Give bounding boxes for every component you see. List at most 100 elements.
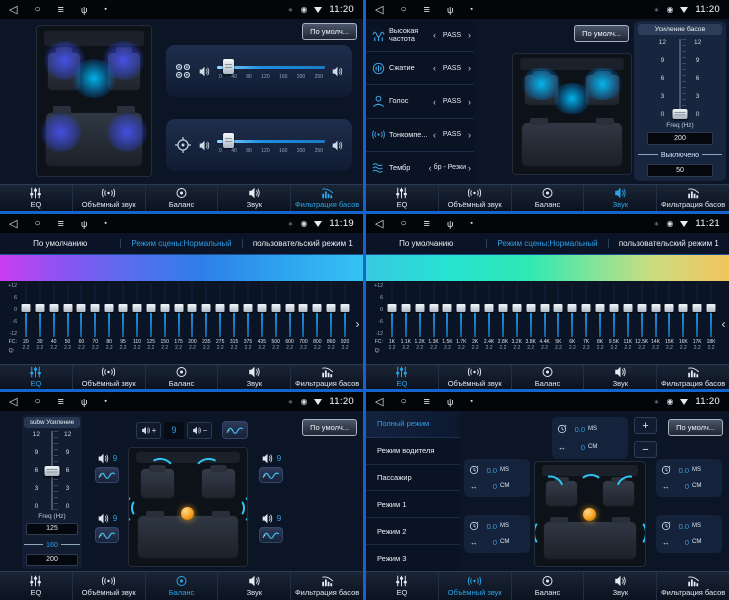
- slider-track[interactable]: [679, 39, 681, 118]
- prev-page-chevron[interactable]: ‹: [718, 283, 729, 364]
- eq-band-slider[interactable]: 2.8K 2.2: [496, 283, 510, 364]
- eq-band-slider[interactable]: 18K 2.2: [704, 283, 718, 364]
- tab-eq[interactable]: EQ: [366, 365, 438, 389]
- slider-knob[interactable]: [45, 466, 60, 476]
- tab-surround[interactable]: Объёмный звук: [72, 185, 145, 211]
- eq-band-slider[interactable]: 20 2.2: [19, 283, 33, 364]
- prev-option[interactable]: ‹: [433, 30, 436, 40]
- tab-sound[interactable]: Звук: [583, 185, 656, 211]
- eq-band-slider[interactable]: 2.4K 2.2: [482, 283, 496, 364]
- eq-band-slider[interactable]: 315 2.2: [227, 283, 241, 364]
- eq-band-slider[interactable]: 16K 2.2: [676, 283, 690, 364]
- tab-balance[interactable]: Баланс: [145, 365, 218, 389]
- prev-option[interactable]: ‹: [433, 97, 436, 107]
- band-track[interactable]: [627, 283, 629, 337]
- band-knob[interactable]: [119, 304, 128, 312]
- band-track[interactable]: [178, 283, 180, 337]
- eq-band-slider[interactable]: 4.4K 2.2: [538, 283, 552, 364]
- default-button[interactable]: По умолч...: [668, 419, 723, 436]
- eq-band-slider[interactable]: 375 2.2: [241, 283, 255, 364]
- band-track[interactable]: [474, 283, 476, 337]
- eq-band-slider[interactable]: 14K 2.2: [649, 283, 663, 364]
- band-track[interactable]: [53, 283, 55, 337]
- decrease-delay-button[interactable]: −: [634, 441, 657, 458]
- band-track[interactable]: [433, 283, 435, 337]
- back-icon[interactable]: ◁: [375, 395, 383, 408]
- home-icon[interactable]: ○: [400, 4, 406, 15]
- band-track[interactable]: [488, 283, 490, 337]
- band-track[interactable]: [164, 283, 166, 337]
- home-icon[interactable]: ○: [34, 218, 40, 229]
- band-knob[interactable]: [174, 304, 183, 312]
- mode-3[interactable]: Режим 3: [366, 545, 460, 571]
- recents-icon[interactable]: ≡: [424, 396, 430, 408]
- band-knob[interactable]: [188, 304, 197, 312]
- back-icon[interactable]: ◁: [375, 3, 383, 16]
- tab-sound[interactable]: Звук: [217, 572, 290, 600]
- recents-icon[interactable]: ≡: [424, 218, 430, 230]
- bass-boost-slider[interactable]: 129630 129630: [638, 35, 722, 120]
- tab-eq[interactable]: EQ: [366, 185, 438, 211]
- tab-bass-filter[interactable]: Фильтрация басов: [656, 572, 729, 600]
- band-knob[interactable]: [707, 304, 716, 312]
- tab-surround[interactable]: Объёмный звук: [72, 365, 145, 389]
- tab-surround[interactable]: Объёмный звук: [72, 572, 145, 600]
- preset-scene-mode[interactable]: Режим сцены:Нормальный: [486, 239, 607, 248]
- rear-right-wave-button[interactable]: [259, 527, 283, 543]
- tab-eq[interactable]: EQ: [0, 185, 72, 211]
- preset-default[interactable]: По умолчанию: [0, 239, 120, 248]
- band-knob[interactable]: [429, 304, 438, 312]
- band-track[interactable]: [668, 283, 670, 337]
- band-track[interactable]: [516, 283, 518, 337]
- tab-balance[interactable]: Баланс: [145, 185, 218, 211]
- eq-band-slider[interactable]: 1.7K 2.2: [454, 283, 468, 364]
- band-track[interactable]: [530, 283, 532, 337]
- eq-band-slider[interactable]: 2K 2.2: [468, 283, 482, 364]
- band-track[interactable]: [710, 283, 712, 337]
- eq-band-slider[interactable]: 50 2.2: [61, 283, 75, 364]
- front-left-wave-button[interactable]: [95, 467, 119, 483]
- band-track[interactable]: [275, 283, 277, 337]
- band-track[interactable]: [599, 283, 601, 337]
- tab-bass-filter[interactable]: Фильтрация басов: [656, 185, 729, 211]
- band-track[interactable]: [585, 283, 587, 337]
- menu-item-loudness[interactable]: Тонкомпе... ‹PASS›: [366, 119, 474, 152]
- band-knob[interactable]: [443, 304, 452, 312]
- band-track[interactable]: [419, 283, 421, 337]
- band-track[interactable]: [205, 283, 207, 337]
- band-knob[interactable]: [132, 304, 141, 312]
- eq-band-slider[interactable]: 80 2.2: [102, 283, 116, 364]
- preset-user-mode[interactable]: пользовательский режим 1: [608, 239, 729, 248]
- eq-band-slider[interactable]: 1.2K 2.2: [413, 283, 427, 364]
- band-track[interactable]: [233, 283, 235, 337]
- fade-plus-button[interactable]: +: [136, 422, 161, 439]
- home-icon[interactable]: ○: [400, 218, 406, 229]
- eq-band-slider[interactable]: 1.1K 2.2: [399, 283, 413, 364]
- back-icon[interactable]: ◁: [9, 217, 17, 230]
- band-track[interactable]: [80, 283, 82, 337]
- next-option[interactable]: ›: [468, 163, 471, 173]
- tab-bass-filter[interactable]: Фильтрация басов: [656, 365, 729, 389]
- band-track[interactable]: [302, 283, 304, 337]
- front-right-delay-card[interactable]: 0.0MS ↔0CM: [656, 459, 722, 497]
- band-knob[interactable]: [216, 304, 225, 312]
- prev-option[interactable]: ‹: [429, 163, 432, 173]
- preset-scene-mode[interactable]: Режим сцены:Нормальный: [120, 239, 241, 248]
- band-knob[interactable]: [568, 304, 577, 312]
- tab-sound[interactable]: Звук: [583, 572, 656, 600]
- band-track[interactable]: [502, 283, 504, 337]
- listening-position-marker[interactable]: [583, 508, 596, 521]
- band-track[interactable]: [330, 283, 332, 337]
- tab-sound[interactable]: Звук: [217, 185, 290, 211]
- band-knob[interactable]: [327, 304, 336, 312]
- band-track[interactable]: [25, 283, 27, 337]
- freq-option[interactable]: 125: [26, 523, 78, 535]
- band-knob[interactable]: [457, 304, 466, 312]
- eq-band-slider[interactable]: 3.8K 2.2: [524, 283, 538, 364]
- rear-right-delay-card[interactable]: 0.0MS ↔0CM: [656, 515, 722, 553]
- band-track[interactable]: [446, 283, 448, 337]
- band-knob[interactable]: [665, 304, 674, 312]
- band-track[interactable]: [247, 283, 249, 337]
- subwoofer-slider[interactable]: 129630 129630: [24, 428, 80, 511]
- slider-knob[interactable]: [673, 109, 688, 119]
